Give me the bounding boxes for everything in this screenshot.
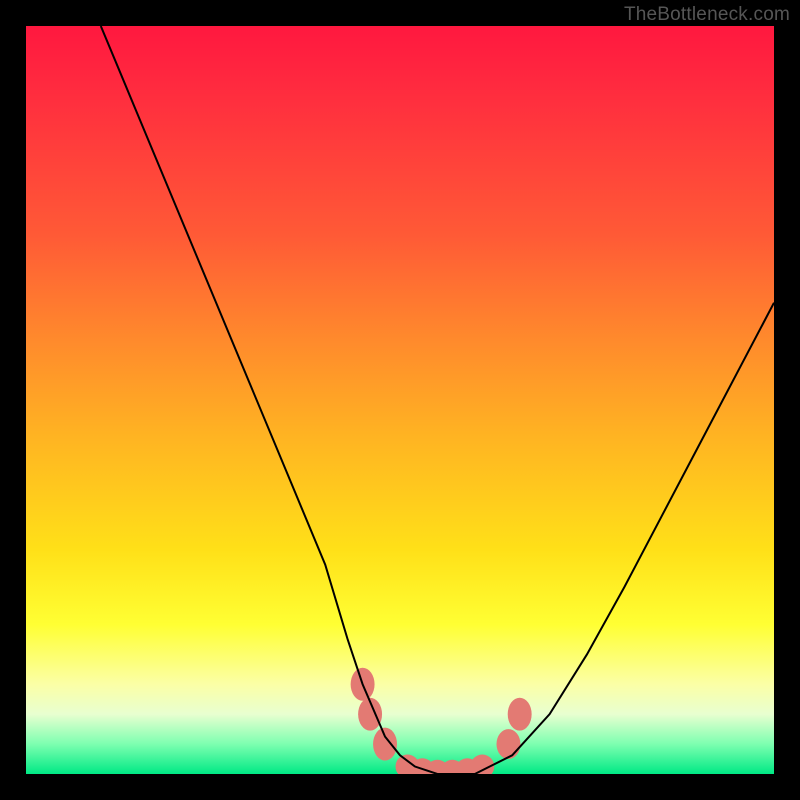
chart-plot-area (26, 26, 774, 774)
chart-marker (373, 728, 397, 761)
chart-marker (496, 729, 520, 759)
chart-marker (508, 698, 532, 731)
chart-svg (26, 26, 774, 774)
chart-frame: TheBottleneck.com (0, 0, 800, 800)
watermark-text: TheBottleneck.com (624, 4, 790, 26)
chart-curve (101, 26, 774, 774)
